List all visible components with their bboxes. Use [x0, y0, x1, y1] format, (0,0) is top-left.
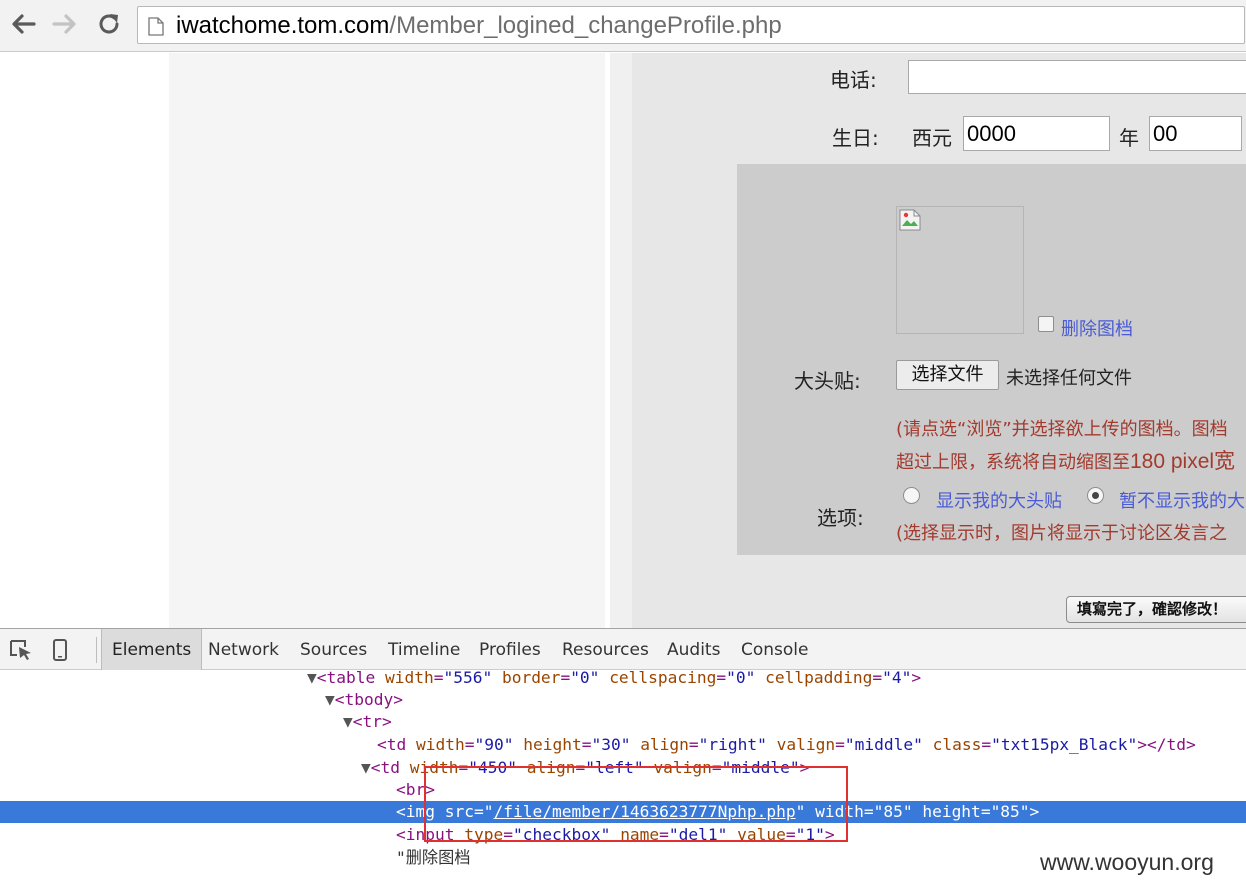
dom-table-width: "556": [443, 668, 493, 687]
dom-line-text[interactable]: "删除图档: [396, 847, 471, 869]
upload-note-line2-text: 超过上限，系统将自动缩图至: [896, 452, 1130, 473]
dom-line-table[interactable]: ▼<table width="556" border="0" cellspaci…: [307, 667, 921, 689]
dom-line-tbody[interactable]: ▼<tbody>: [325, 689, 403, 711]
inspect-element-icon[interactable]: [9, 639, 33, 661]
tab-audits[interactable]: Audits: [667, 629, 720, 670]
delete-image-checkbox[interactable]: [1038, 316, 1054, 332]
url-text: iwatchome.tom.com/Member_logined_changeP…: [176, 11, 782, 41]
phone-input[interactable]: [908, 60, 1246, 94]
birthday-label: 生日:: [832, 126, 879, 150]
devtools-panel: Elements Network Sources Timeline Profil…: [0, 628, 1246, 890]
address-bar[interactable]: iwatchome.tom.com/Member_logined_changeP…: [137, 6, 1245, 44]
reload-icon: [99, 14, 119, 34]
dom-td1-class: "txt15px_Black": [991, 735, 1138, 754]
show-avatar-label[interactable]: 显示我的大头贴: [936, 487, 1062, 513]
dom-table-border: "0": [570, 668, 600, 687]
tab-network[interactable]: Network: [208, 629, 279, 670]
device-mode-icon[interactable]: [52, 639, 68, 661]
broken-image-icon: [899, 209, 921, 231]
tab-resources[interactable]: Resources: [562, 629, 649, 670]
dom-td1-height: "30": [591, 735, 631, 754]
arrow-left-icon: [12, 14, 36, 34]
url-path: /Member_logined_changeProfile.php: [389, 12, 782, 39]
devtools-tabbar: Elements Network Sources Timeline Profil…: [0, 629, 1246, 670]
choose-file-button[interactable]: 选择文件: [896, 360, 999, 390]
avatar-label: 大头贴:: [794, 369, 861, 393]
dom-line-td-label[interactable]: <td width="90" height="30" align="right"…: [377, 734, 1196, 756]
upload-note-line1: (请点选“浏览”并选择欲上传的图档。图档: [896, 419, 1228, 440]
tab-profiles[interactable]: Profiles: [479, 629, 541, 670]
page-viewport: 电话: 生日: 西元 0000 年 00 删除图档 大头贴: 选择文件 未选择任…: [0, 53, 1246, 628]
year-unit-label: 年: [1119, 126, 1139, 150]
options-note: (选择显示时，图片将显示于讨论区发言之: [896, 523, 1228, 544]
dom-img-width: "85": [873, 802, 913, 821]
tab-console[interactable]: Console: [741, 629, 809, 670]
upload-note-line2: 超过上限，系统将自动缩图至180 pixel宽: [896, 445, 1235, 475]
tab-sources[interactable]: Sources: [300, 629, 367, 670]
show-avatar-radio[interactable]: [903, 487, 920, 504]
dom-td1-valign: "middle": [844, 735, 923, 754]
column-divider: [610, 53, 632, 628]
arrow-right-icon: [52, 14, 76, 34]
url-host: iwatchome.tom.com: [176, 12, 390, 39]
birth-year-input[interactable]: 0000: [963, 116, 1110, 151]
upload-note-size: 180 pixel宽: [1130, 450, 1236, 473]
browser-toolbar: iwatchome.tom.com/Member_logined_changeP…: [0, 0, 1246, 52]
back-button[interactable]: [8, 9, 38, 39]
delete-image-link[interactable]: 删除图档: [1061, 315, 1133, 341]
dom-text-node: "删除图档: [396, 848, 471, 867]
options-label: 选项:: [817, 506, 864, 530]
era-label: 西元: [912, 126, 952, 150]
avatar-panel: 删除图档 大头贴: 选择文件 未选择任何文件 (请点选“浏览”并选择欲上传的图档…: [737, 164, 1246, 555]
dom-table-cellspacing: "0": [726, 668, 756, 687]
dom-img-height: "85": [990, 802, 1030, 821]
no-file-label: 未选择任何文件: [1006, 368, 1132, 389]
dom-td1-align: "right": [698, 735, 767, 754]
hide-avatar-label[interactable]: 暂不显示我的大: [1119, 487, 1245, 513]
left-column: [169, 53, 605, 628]
dom-table-tag: table: [326, 668, 376, 687]
dom-td1-width: "90": [474, 735, 514, 754]
hide-avatar-radio[interactable]: [1087, 487, 1104, 504]
dom-line-tr[interactable]: ▼<tr>: [343, 711, 392, 733]
dom-table-cellpadding: "4": [882, 668, 912, 687]
avatar-image: [896, 206, 1024, 334]
toolbar-separator: [96, 637, 97, 663]
dom-tbody-tag: tbody: [344, 690, 394, 709]
watermark: www.wooyun.org: [1040, 849, 1214, 875]
page-icon: [148, 17, 164, 36]
submit-button[interactable]: 填寫完了，確認修改！: [1066, 596, 1246, 623]
tab-elements[interactable]: Elements: [101, 629, 203, 670]
birth-month-input[interactable]: 00: [1149, 116, 1242, 151]
reload-button[interactable]: [94, 9, 124, 39]
forward-button[interactable]: [50, 9, 80, 39]
dom-br-tag: br: [405, 780, 426, 799]
phone-label: 电话:: [830, 68, 877, 92]
highlight-box: [424, 766, 848, 842]
dom-tr-tag: tr: [362, 712, 383, 731]
tab-timeline[interactable]: Timeline: [388, 629, 460, 670]
